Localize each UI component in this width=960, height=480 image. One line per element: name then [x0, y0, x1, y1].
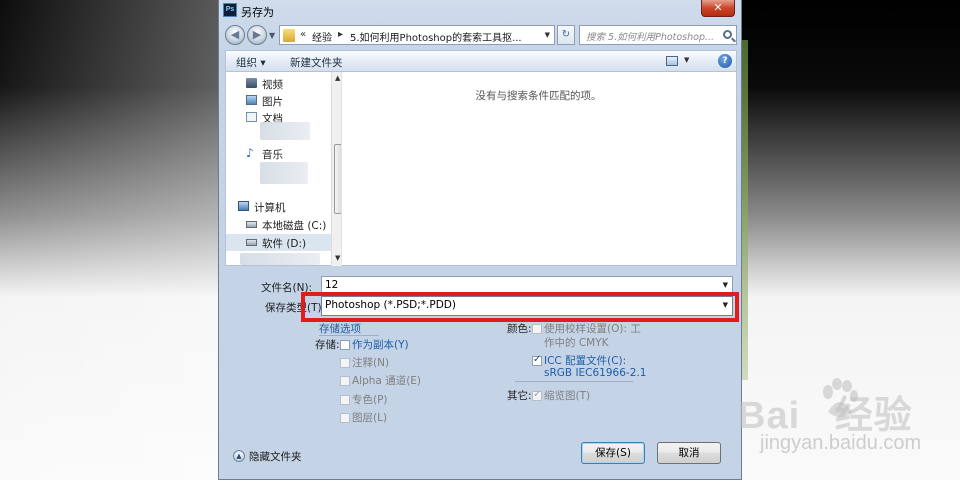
- pictures-icon: [246, 95, 257, 105]
- empty-message: 没有与搜索条件匹配的项。: [475, 90, 602, 102]
- video-icon: [246, 78, 257, 88]
- nav-item-label: 计算机: [254, 202, 286, 214]
- recent-locations-icon[interactable]: ▼: [269, 31, 275, 40]
- proof-setup-checkbox[interactable]: [532, 324, 542, 334]
- notes-label: 注释(N): [352, 357, 390, 369]
- nav-item-label: 视频: [262, 79, 283, 91]
- address-dropdown-icon[interactable]: ▼: [545, 31, 550, 39]
- divider: [319, 335, 379, 336]
- layers-label: 图层(L): [352, 412, 388, 424]
- view-dropdown-icon[interactable]: ▼: [684, 56, 689, 64]
- blurred-item: [240, 253, 320, 265]
- save-as-dialog: Ps 另存为 ✕ ◀ ▶ ▼ « 经验 ▸ 5.如何利用Photoshop的套索…: [218, 0, 742, 480]
- breadcrumb-item-current[interactable]: 5.如何利用Photoshop的套索工具抠...: [350, 29, 522, 44]
- layers-checkbox[interactable]: [340, 413, 350, 423]
- save-label: 存储:: [315, 339, 340, 351]
- alpha-label: Alpha 通道(E): [352, 375, 422, 387]
- color-label: 颜色:: [507, 323, 532, 335]
- other-label: 其它:: [507, 390, 532, 402]
- blurred-item: [260, 122, 310, 140]
- save-button[interactable]: 保存(S): [581, 442, 645, 464]
- nav-item-drive-d[interactable]: 软件 (D:): [226, 234, 331, 251]
- breadcrumb-overflow[interactable]: «: [300, 29, 306, 40]
- spot-label: 专色(P): [352, 394, 388, 406]
- proof-setup-label-line2: 作中的 CMYK: [544, 337, 609, 349]
- drive-icon: [246, 221, 257, 228]
- icc-profile-label[interactable]: ICC 配置文件(C):: [544, 353, 626, 368]
- icc-profile-value: sRGB IEC61966-2.1: [544, 367, 647, 379]
- nav-item-label: 图片: [262, 96, 283, 108]
- breadcrumb-item-experience[interactable]: 经验: [312, 29, 332, 44]
- new-folder-button[interactable]: 新建文件夹: [290, 55, 343, 70]
- icc-profile-checkbox[interactable]: [532, 354, 542, 366]
- spot-checkbox[interactable]: [340, 395, 350, 405]
- background-left: [0, 0, 218, 480]
- baidu-paw-logo: [823, 378, 858, 417]
- file-list[interactable]: 没有与搜索条件匹配的项。: [341, 72, 737, 266]
- baidu-watermark-url: jingyan.baidu.com: [760, 432, 922, 454]
- scroll-up-icon[interactable]: ▲: [335, 74, 340, 82]
- back-button[interactable]: ◀: [225, 25, 245, 45]
- navigation-pane: 视频 图片 文档 ♪ 音乐 计算机 本地磁盘 (C:) 软件 (D:): [225, 72, 341, 266]
- highlight-annotation: [301, 292, 739, 322]
- photoshop-app-icon: Ps: [223, 3, 237, 17]
- view-options-icon[interactable]: [666, 56, 678, 66]
- folder-icon: [283, 29, 295, 42]
- computer-icon: [238, 201, 249, 211]
- proof-setup-label: 使用校样设置(O): 工: [544, 323, 641, 335]
- as-copy-label[interactable]: 作为副本(Y): [352, 337, 409, 352]
- refresh-button[interactable]: ↻: [557, 25, 575, 45]
- address-bar[interactable]: « 经验 ▸ 5.如何利用Photoshop的套索工具抠... ▼: [279, 25, 555, 45]
- drive-icon: [246, 239, 257, 246]
- window-title: 另存为: [241, 6, 274, 19]
- search-input[interactable]: 搜索 5.如何利用Photoshop...: [579, 25, 737, 45]
- divider: [515, 381, 633, 382]
- filename-value: 12: [325, 279, 339, 291]
- collapse-icon[interactable]: ▲: [233, 450, 245, 462]
- search-icon: [723, 30, 732, 39]
- forward-button[interactable]: ▶: [247, 25, 267, 45]
- organize-menu[interactable]: 组织 ▾: [236, 55, 266, 70]
- notes-checkbox[interactable]: [340, 358, 350, 368]
- help-icon[interactable]: ?: [718, 54, 732, 68]
- nav-item-videos[interactable]: 视频: [226, 75, 331, 92]
- nav-item-pictures[interactable]: 图片: [226, 92, 331, 109]
- navigation-bar: ◀ ▶ ▼ « 经验 ▸ 5.如何利用Photoshop的套索工具抠... ▼ …: [225, 24, 737, 46]
- thumbnail-checkbox[interactable]: [532, 389, 542, 401]
- cancel-button[interactable]: 取消: [657, 442, 721, 464]
- documents-icon: [246, 112, 257, 122]
- title-bar: Ps 另存为 ✕: [219, 0, 741, 22]
- nav-item-label: 本地磁盘 (C:): [262, 220, 327, 232]
- command-bar: 组织 ▾ 新建文件夹 ▼ ?: [225, 50, 737, 72]
- thumbnail-label: 缩览图(T): [544, 390, 591, 402]
- breadcrumb-chevron-icon[interactable]: ▸: [338, 29, 343, 40]
- nav-item-label: 软件 (D:): [262, 238, 307, 250]
- nav-item-drive-c[interactable]: 本地磁盘 (C:): [226, 216, 331, 233]
- close-button[interactable]: ✕: [701, 0, 735, 17]
- alpha-checkbox[interactable]: [340, 376, 350, 386]
- nav-item-computer[interactable]: 计算机: [226, 198, 331, 215]
- as-copy-checkbox[interactable]: [340, 340, 350, 350]
- scroll-down-icon[interactable]: ▼: [335, 254, 340, 262]
- save-options-title: 存储选项: [319, 323, 361, 335]
- hide-folders-button[interactable]: 隐藏文件夹: [249, 449, 302, 464]
- filename-dropdown-icon[interactable]: ▼: [723, 281, 728, 289]
- blurred-item: [260, 162, 308, 184]
- music-icon: ♪: [246, 146, 254, 160]
- nav-item-label: 音乐: [262, 149, 283, 161]
- search-placeholder: 搜索 5.如何利用Photoshop...: [586, 32, 715, 43]
- nav-item-music[interactable]: ♪ 音乐: [226, 145, 331, 162]
